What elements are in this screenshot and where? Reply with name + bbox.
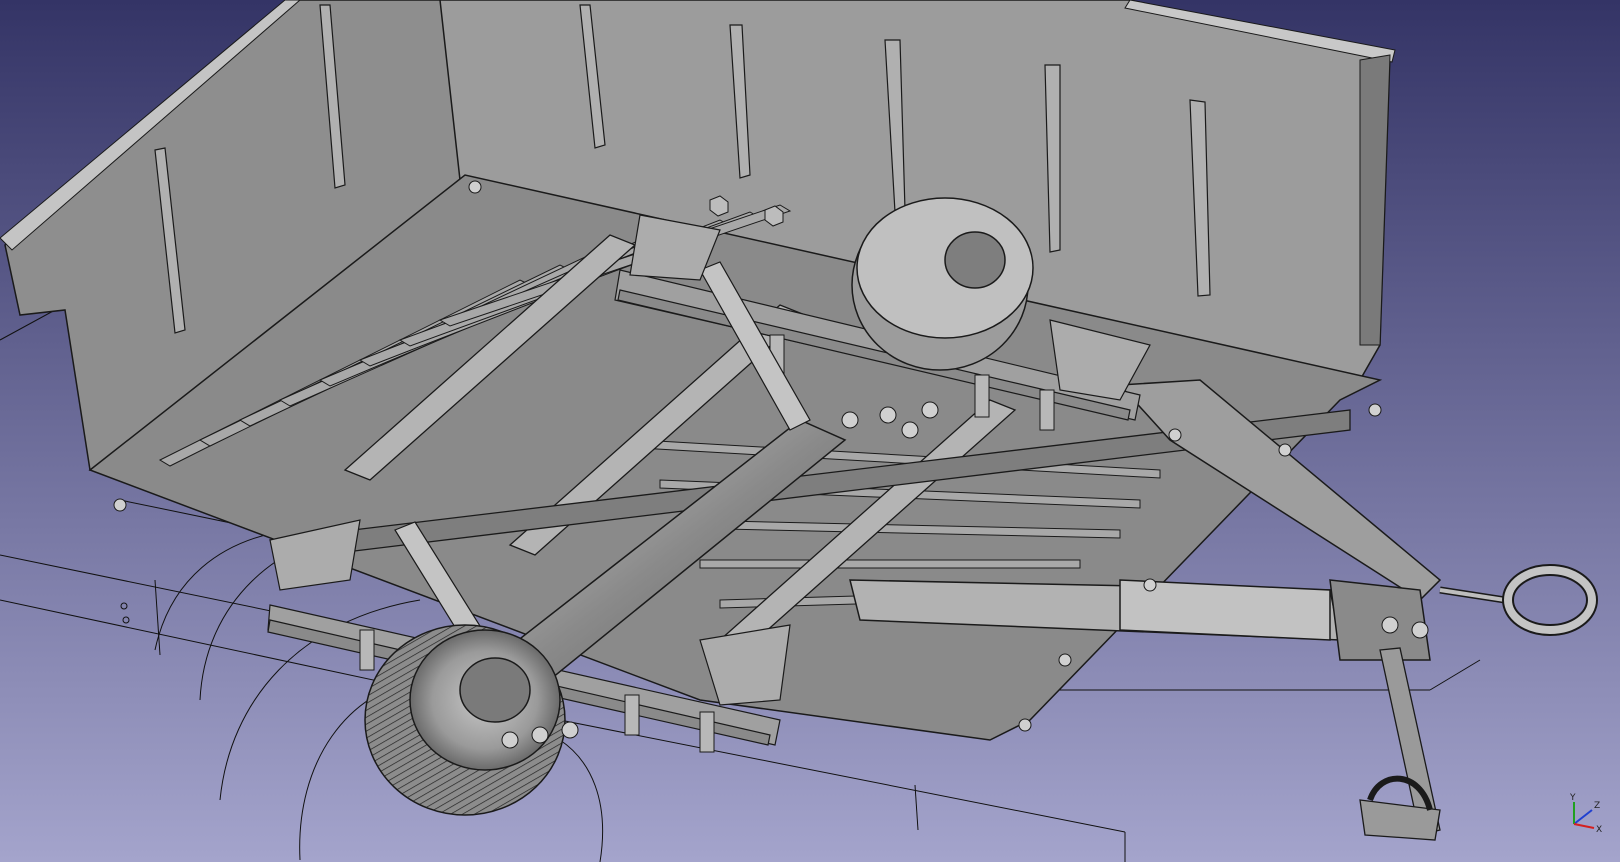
x-axis-line xyxy=(1573,823,1595,829)
z-axis-line xyxy=(1573,809,1593,825)
z-axis-label: Z xyxy=(1594,801,1600,811)
3d-viewport[interactable]: Y Z X xyxy=(0,0,1620,862)
x-axis-label: X xyxy=(1596,825,1602,835)
road-wheel[interactable] xyxy=(364,624,566,816)
axis-indicator: Y Z X xyxy=(1569,793,1602,835)
y-axis-label: Y xyxy=(1569,793,1576,803)
3d-scene[interactable] xyxy=(0,0,1620,862)
